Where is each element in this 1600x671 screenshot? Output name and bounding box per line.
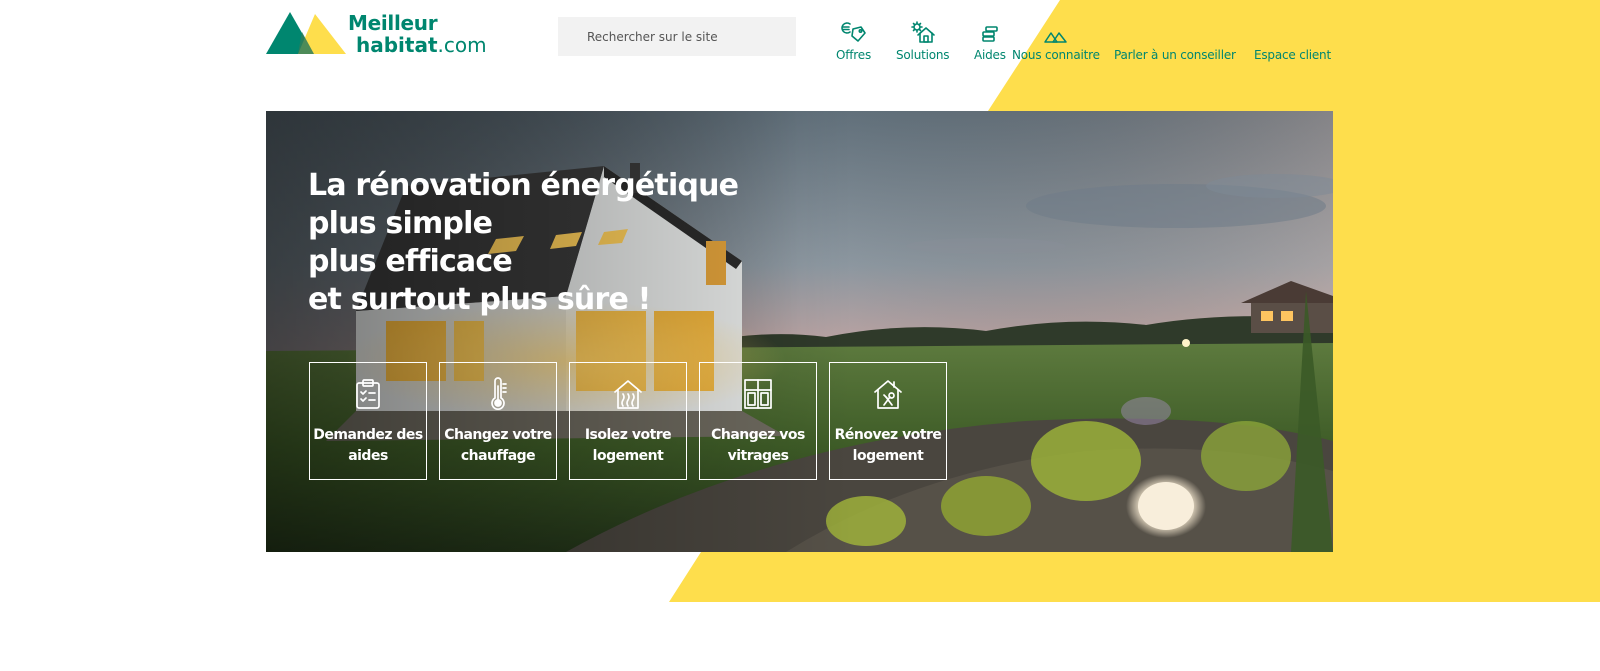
nav-item-solutions[interactable]: Solutions	[896, 18, 950, 62]
logo-line2-suffix: .com	[437, 33, 487, 57]
card-label: Rénovez votre logement	[834, 427, 942, 464]
hero-headline-line: plus simple	[308, 206, 493, 241]
card-changez-chauffage[interactable]: Changez votre chauffage	[439, 362, 557, 480]
hero-headline-line: La rénovation énergétique	[308, 168, 739, 203]
nav-label-parler-conseiller: Parler à un conseiller	[1114, 48, 1236, 62]
window-icon	[743, 377, 773, 411]
euro-tag-icon	[840, 18, 867, 44]
logo-line2-bold: habitat	[356, 33, 438, 57]
card-isolez-logement[interactable]: Isolez votre logement	[569, 362, 687, 480]
coin-stack-icon	[980, 18, 1000, 44]
logo[interactable]: Meilleur habitat.com	[266, 12, 487, 56]
nav-item-aides[interactable]: Aides	[974, 18, 1006, 62]
nav-item-parler-conseiller[interactable]: Parler à un conseiller	[1114, 18, 1236, 62]
nav-label-espace-client: Espace client	[1254, 48, 1331, 62]
logo-line1: Meilleur	[348, 11, 438, 35]
card-changez-vitrages[interactable]: Changez vos vitrages	[699, 362, 817, 480]
hero-headline: La rénovation énergétique plus simple pl…	[308, 167, 739, 319]
card-label: Changez vos vitrages	[711, 427, 805, 464]
mountains-logo-icon	[1044, 18, 1068, 44]
card-label: Isolez votre logement	[584, 427, 672, 464]
house-gear-icon	[910, 18, 936, 44]
house-heat-icon	[613, 377, 643, 411]
logo-wordmark: Meilleur habitat.com	[348, 12, 487, 56]
card-renovez-logement[interactable]: Rénovez votre logement	[829, 362, 947, 480]
logo-mark-icon	[266, 12, 346, 54]
nav-label-solutions: Solutions	[896, 48, 950, 62]
hero-headline-line: et surtout plus sûre !	[308, 282, 651, 317]
hero-headline-line: plus efficace	[308, 244, 513, 279]
card-label: Demandez des aides	[313, 427, 423, 464]
hero-banner: La rénovation énergétique plus simple pl…	[266, 111, 1333, 552]
nav-item-espace-client[interactable]: Espace client	[1254, 18, 1331, 62]
nav-label-offres: Offres	[836, 48, 871, 62]
search-input[interactable]	[558, 17, 796, 56]
card-label: Changez votre chauffage	[444, 427, 552, 464]
card-demandez-aides[interactable]: Demandez des aides	[309, 362, 427, 480]
clipboard-checklist-icon	[355, 377, 381, 411]
thermometer-icon	[488, 377, 508, 411]
house-tools-icon	[873, 377, 903, 411]
nav-item-nous-connaitre[interactable]: Nous connaitre	[1012, 18, 1100, 62]
nav-item-offres[interactable]: Offres	[836, 18, 871, 62]
logo-line2: habitat.com	[356, 34, 487, 56]
nav-label-aides: Aides	[974, 48, 1006, 62]
nav-label-nous-connaitre: Nous connaitre	[1012, 48, 1100, 62]
